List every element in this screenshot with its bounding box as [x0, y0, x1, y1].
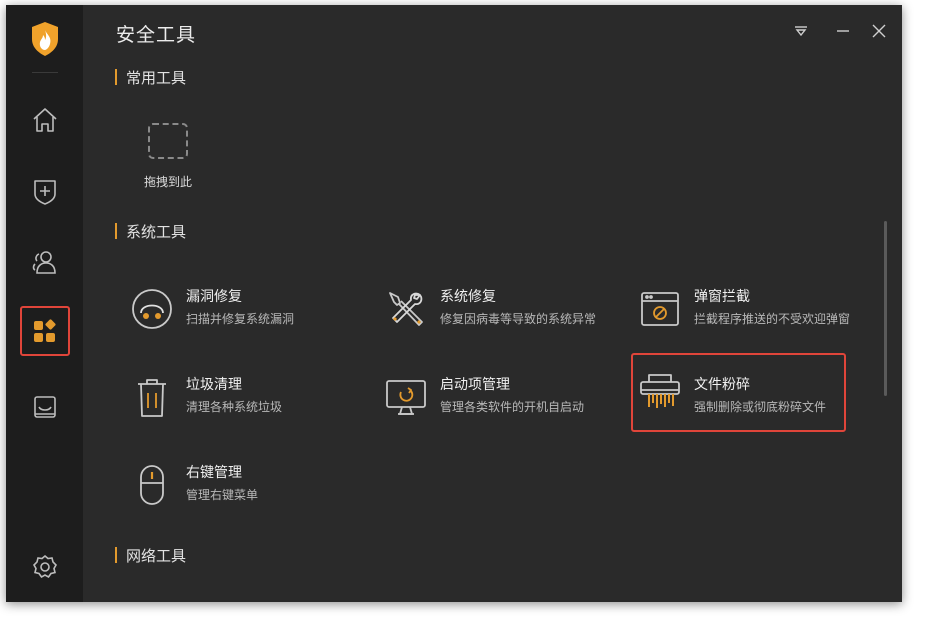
section-accent-bar — [115, 69, 117, 85]
tray-icon — [34, 396, 56, 418]
section-accent-bar — [115, 223, 117, 239]
tool-description: 管理各类软件的开机自启动 — [440, 400, 585, 414]
wrench-screwdriver-icon — [389, 292, 423, 326]
mouse-icon — [140, 465, 164, 505]
tool-description: 管理右键菜单 — [186, 488, 259, 502]
tool-description: 扫描并修复系统漏洞 — [186, 312, 295, 326]
sidebar — [6, 5, 83, 602]
tool-name: 系统修复 — [440, 289, 496, 305]
tool-description: 拦截程序推送的不受欢迎弹窗 — [694, 312, 851, 326]
close-button[interactable] — [869, 21, 889, 41]
minimize-icon — [837, 30, 849, 32]
tool-file-shredder[interactable]: 文件粉碎 强制删除或彻底粉碎文件 — [631, 353, 846, 432]
section-accent-bar — [115, 547, 117, 563]
menu-dropdown-icon — [795, 26, 807, 37]
apps-icon — [34, 319, 56, 342]
menu-dropdown-button[interactable] — [791, 21, 811, 41]
section-title: 常用工具 — [126, 68, 187, 87]
tool-description: 清理各种系统垃圾 — [186, 400, 283, 414]
tool-system-repair[interactable]: 系统修复 修复因病毒等导致的系统异常 — [384, 282, 614, 342]
tool-vulnerability-fix[interactable]: 漏洞修复 扫描并修复系统漏洞 — [130, 282, 360, 342]
tool-startup-manager[interactable]: 启动项管理 管理各类软件的开机自启动 — [384, 370, 614, 430]
vulnerability-icon — [132, 289, 172, 329]
nav-protection[interactable] — [20, 166, 70, 216]
drop-label: 拖拽到此 — [143, 175, 192, 189]
monitor-startup-icon — [386, 380, 426, 415]
tool-popup-block[interactable]: 弹窗拦截 拦截程序推送的不受欢迎弹窗 — [638, 282, 868, 342]
nav-tools[interactable] — [20, 306, 70, 356]
close-icon — [872, 24, 886, 38]
tool-name: 启动项管理 — [440, 377, 510, 393]
users-icon — [32, 251, 56, 274]
section-common-tools: 常用工具 — [115, 68, 187, 87]
section-title: 系统工具 — [126, 222, 187, 241]
dashed-drop-box — [148, 123, 188, 159]
tool-name: 漏洞修复 — [186, 289, 242, 305]
tool-description: 修复因病毒等导致的系统异常 — [440, 312, 597, 326]
home-icon — [33, 108, 57, 132]
tool-context-menu-manager[interactable]: 右键管理 管理右键菜单 — [130, 458, 360, 518]
shield-plus-icon — [34, 180, 56, 205]
page-title: 安全工具 — [116, 24, 197, 46]
drag-drop-slot[interactable]: 拖拽到此 — [123, 117, 213, 193]
tool-name: 垃圾清理 — [186, 377, 242, 393]
tool-description: 强制删除或彻底粉碎文件 — [694, 400, 827, 414]
section-network-tools: 网络工具 — [115, 546, 187, 565]
flame-shield-logo — [32, 22, 58, 56]
scrollbar-thumb[interactable] — [884, 221, 887, 396]
popup-block-icon — [641, 292, 679, 326]
main-panel: 安全工具 常用工具 拖拽到此 系统工具 漏洞修复 扫描并修复系统漏洞 系统修复 … — [83, 5, 902, 602]
app-window: 安全工具 常用工具 拖拽到此 系统工具 漏洞修复 扫描并修复系统漏洞 系统修复 … — [6, 5, 902, 602]
nav-home[interactable] — [20, 95, 70, 145]
tool-junk-clean[interactable]: 垃圾清理 清理各种系统垃圾 — [130, 370, 360, 430]
tool-name: 右键管理 — [186, 465, 242, 481]
nav-settings[interactable] — [20, 542, 70, 592]
minimize-button[interactable] — [833, 21, 853, 41]
shredder-icon — [640, 374, 680, 408]
tool-name: 弹窗拦截 — [694, 289, 750, 305]
tool-name: 文件粉碎 — [694, 377, 750, 393]
nav-box[interactable] — [20, 382, 70, 432]
section-system-tools: 系统工具 — [115, 222, 187, 241]
section-title: 网络工具 — [126, 546, 187, 565]
settings-icon — [33, 554, 57, 579]
logo-separator — [32, 72, 58, 73]
trash-icon — [138, 379, 166, 417]
nav-accounts[interactable] — [20, 237, 70, 287]
